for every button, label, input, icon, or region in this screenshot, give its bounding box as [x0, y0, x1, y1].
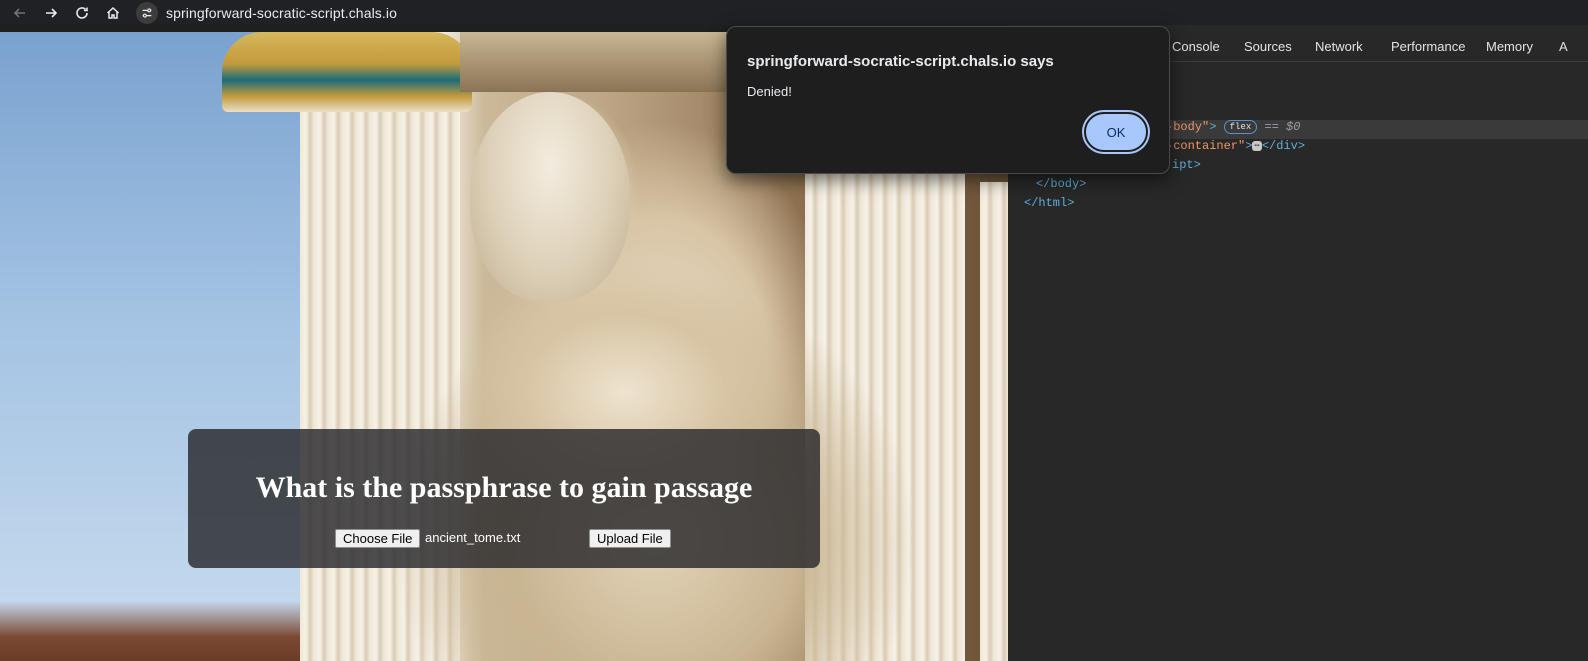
alert-dialog: springforward-socratic-script.chals.io s…	[726, 26, 1170, 174]
arrow-right-icon	[46, 7, 58, 18]
reload-icon	[76, 6, 88, 19]
tag-bracket: >	[1209, 120, 1217, 134]
attr-value: -body"	[1166, 120, 1210, 134]
tab-memory[interactable]: Memory	[1486, 39, 1533, 54]
dialog-title: springforward-socratic-script.chals.io s…	[747, 53, 1054, 70]
tab-performance[interactable]: Performance	[1391, 39, 1465, 54]
flex-badge[interactable]: flex	[1223, 120, 1258, 134]
tune-icon	[142, 7, 152, 18]
upload-panel: What is the passphrase to gain passage C…	[188, 429, 820, 568]
collapsed-ellipsis-icon[interactable]: ⋯	[1252, 141, 1262, 151]
html-closing-tag: </html>	[1024, 196, 1075, 210]
home-button[interactable]	[102, 2, 124, 24]
background-column-capital	[222, 32, 472, 112]
home-icon	[106, 6, 120, 19]
arrow-left-icon	[13, 7, 25, 18]
dialog-message: Denied!	[747, 84, 792, 99]
site-info-button[interactable]	[136, 1, 158, 24]
attr-value: -container"	[1166, 139, 1246, 153]
back-button[interactable]	[9, 2, 31, 24]
tab-network[interactable]: Network	[1315, 39, 1363, 54]
tab-sources[interactable]: Sources	[1244, 39, 1292, 54]
forward-button[interactable]	[40, 2, 62, 24]
selected-file-name: ancient_tome.txt	[425, 530, 521, 545]
address-bar-url[interactable]: springforward-socratic-script.chals.io	[166, 5, 397, 21]
dom-node[interactable]: </body>	[1008, 177, 1588, 196]
tab-overflow[interactable]: A	[1559, 39, 1568, 54]
background-statue-head	[470, 92, 630, 302]
closing-tag: </div>	[1261, 139, 1306, 153]
body-closing-tag: </body>	[1036, 177, 1087, 191]
selected-node-ref: == $0	[1264, 120, 1301, 134]
tag-bracket: >	[1245, 139, 1253, 153]
background-column	[980, 182, 1008, 661]
choose-file-button[interactable]: Choose File	[335, 529, 421, 548]
reload-button[interactable]	[71, 2, 93, 24]
upload-file-button[interactable]: Upload File	[589, 529, 671, 548]
tab-console[interactable]: Console	[1172, 39, 1220, 54]
dom-node[interactable]: </html>	[1008, 196, 1588, 215]
page-heading: What is the passphrase to gain passage	[255, 471, 753, 504]
background-ground	[0, 601, 300, 661]
browser-toolbar: springforward-socratic-script.chals.io	[0, 0, 1588, 25]
script-tag-fragment: ipt>	[1172, 158, 1201, 172]
ok-button[interactable]: OK	[1084, 112, 1148, 152]
